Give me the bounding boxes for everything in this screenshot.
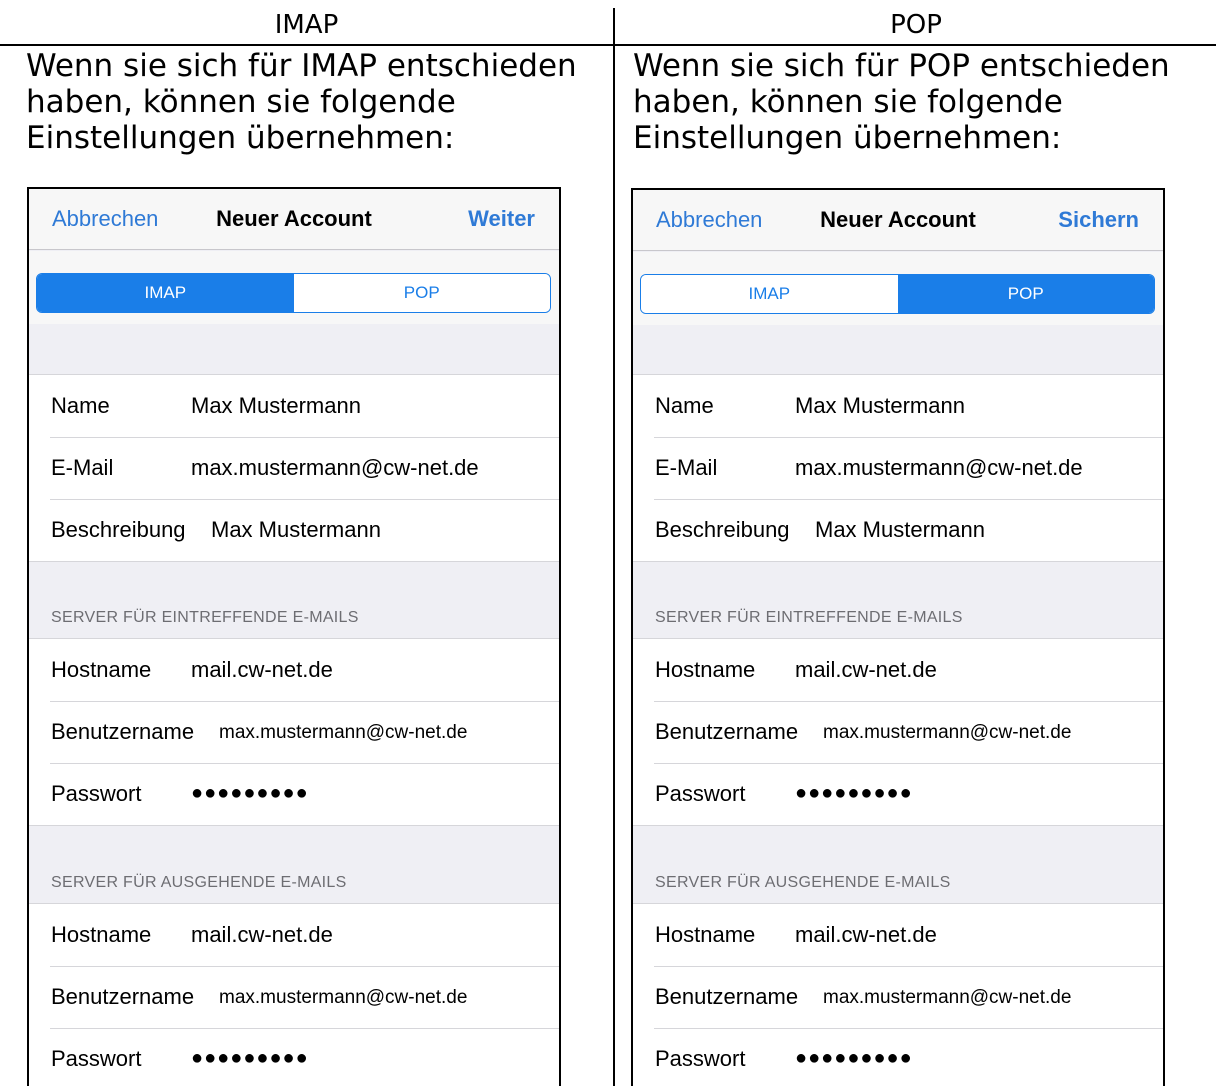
hostname-field[interactable]: mail.cw-net.de [795, 922, 937, 948]
password-field[interactable]: ●●●●●●●●● [795, 1047, 913, 1070]
navigation-bar: Abbrechen Neuer Account Sichern [633, 190, 1163, 251]
row-email[interactable]: E-Mail max.mustermann@cw-net.de [29, 437, 559, 499]
imap-column: IMAP Wenn sie sich für IMAP entschieden … [0, 0, 613, 1086]
outgoing-server-group: Hostname mail.cw-net.de Benutzername max… [29, 903, 559, 1086]
description-field[interactable]: Max Mustermann [211, 517, 381, 543]
row-name[interactable]: Name Max Mustermann [29, 375, 559, 437]
incoming-server-group: Hostname mail.cw-net.de Benutzername max… [633, 638, 1163, 826]
column-heading: POP [890, 10, 942, 40]
row-username[interactable]: Benutzername max.mustermann@cw-net.de [29, 701, 559, 763]
section-header-outgoing: SERVER FÜR AUSGEHENDE E-MAILS [655, 874, 951, 891]
intro-text: Wenn sie sich für IMAP entschieden haben… [26, 48, 577, 156]
protocol-segmented-control: IMAP POP [640, 274, 1155, 314]
hostname-field[interactable]: mail.cw-net.de [795, 657, 937, 683]
column-divider [613, 8, 615, 1086]
password-field[interactable]: ●●●●●●●●● [795, 782, 913, 805]
section-header-incoming: SERVER FÜR EINTREFFENDE E-MAILS [51, 609, 359, 626]
segment-pop[interactable]: POP [897, 275, 1154, 313]
row-label: Benutzername [655, 984, 799, 1009]
username-field[interactable]: max.mustermann@cw-net.de [823, 987, 1071, 1009]
row-label: E-Mail [51, 455, 114, 480]
row-label: Name [655, 393, 714, 418]
description-field[interactable]: Max Mustermann [815, 517, 985, 543]
password-field[interactable]: ●●●●●●●●● [191, 1047, 309, 1070]
password-field[interactable]: ●●●●●●●●● [191, 782, 309, 805]
username-field[interactable]: max.mustermann@cw-net.de [219, 987, 467, 1009]
row-label: Hostname [655, 922, 756, 947]
row-username[interactable]: Benutzername max.mustermann@cw-net.de [633, 701, 1163, 763]
account-group: Name Max Mustermann E-Mail max.musterman… [29, 374, 559, 562]
hostname-field[interactable]: mail.cw-net.de [191, 922, 333, 948]
row-label: E-Mail [655, 455, 718, 480]
row-label: Beschreibung [655, 517, 790, 542]
row-label: Benutzername [51, 719, 195, 744]
section-header-outgoing: SERVER FÜR AUSGEHENDE E-MAILS [51, 874, 347, 891]
row-hostname[interactable]: Hostname mail.cw-net.de [633, 904, 1163, 966]
navigation-bar: Abbrechen Neuer Account Weiter [29, 189, 559, 250]
intro-line: haben, können sie folgende [633, 84, 1063, 120]
row-label: Name [51, 393, 110, 418]
row-label: Passwort [655, 781, 746, 806]
email-field[interactable]: max.mustermann@cw-net.de [191, 455, 479, 481]
intro-line: haben, können sie folgende [26, 84, 456, 120]
row-password[interactable]: Passwort ●●●●●●●●● [29, 1028, 559, 1086]
intro-line: Einstellungen übernehmen: [26, 120, 455, 156]
row-username[interactable]: Benutzername max.mustermann@cw-net.de [29, 966, 559, 1028]
row-label: Passwort [51, 781, 142, 806]
row-label: Passwort [655, 1046, 746, 1071]
row-label: Benutzername [51, 984, 195, 1009]
account-group: Name Max Mustermann E-Mail max.musterman… [633, 374, 1163, 562]
row-label: Hostname [51, 657, 152, 682]
row-label: Beschreibung [51, 517, 186, 542]
username-field[interactable]: max.mustermann@cw-net.de [219, 722, 467, 744]
segment-container: IMAP POP [633, 252, 1163, 325]
row-hostname[interactable]: Hostname mail.cw-net.de [29, 639, 559, 701]
segment-imap[interactable]: IMAP [641, 275, 898, 313]
section-header-incoming: SERVER FÜR EINTREFFENDE E-MAILS [655, 609, 963, 626]
pop-column: POP Wenn sie sich für POP entschieden ha… [616, 0, 1216, 1086]
save-button[interactable]: Sichern [1058, 207, 1139, 233]
row-hostname[interactable]: Hostname mail.cw-net.de [29, 904, 559, 966]
email-field[interactable]: max.mustermann@cw-net.de [795, 455, 1083, 481]
name-field[interactable]: Max Mustermann [795, 393, 965, 419]
row-hostname[interactable]: Hostname mail.cw-net.de [633, 639, 1163, 701]
incoming-server-group: Hostname mail.cw-net.de Benutzername max… [29, 638, 559, 826]
row-label: Hostname [655, 657, 756, 682]
intro-line: Einstellungen übernehmen: [633, 120, 1062, 156]
row-password[interactable]: Passwort ●●●●●●●●● [29, 763, 559, 825]
row-label: Passwort [51, 1046, 142, 1071]
phone-screenshot-imap: Abbrechen Neuer Account Weiter IMAP POP … [27, 187, 561, 1086]
phone-screenshot-pop: Abbrechen Neuer Account Sichern IMAP POP… [631, 188, 1165, 1086]
intro-line: Wenn sie sich für IMAP entschieden [26, 48, 577, 84]
username-field[interactable]: max.mustermann@cw-net.de [823, 722, 1071, 744]
intro-line: Wenn sie sich für POP entschieden [633, 48, 1170, 84]
segment-pop[interactable]: POP [293, 274, 550, 312]
hostname-field[interactable]: mail.cw-net.de [191, 657, 333, 683]
protocol-segmented-control: IMAP POP [36, 273, 551, 313]
row-name[interactable]: Name Max Mustermann [633, 375, 1163, 437]
row-description[interactable]: Beschreibung Max Mustermann [633, 499, 1163, 561]
column-heading: IMAP [274, 10, 339, 40]
intro-text: Wenn sie sich für POP entschieden haben,… [633, 48, 1170, 156]
outgoing-server-group: Hostname mail.cw-net.de Benutzername max… [633, 903, 1163, 1086]
row-label: Hostname [51, 922, 152, 947]
name-field[interactable]: Max Mustermann [191, 393, 361, 419]
row-username[interactable]: Benutzername max.mustermann@cw-net.de [633, 966, 1163, 1028]
segment-container: IMAP POP [29, 251, 559, 324]
next-button[interactable]: Weiter [468, 206, 535, 232]
row-password[interactable]: Passwort ●●●●●●●●● [633, 763, 1163, 825]
row-email[interactable]: E-Mail max.mustermann@cw-net.de [633, 437, 1163, 499]
segment-imap[interactable]: IMAP [37, 274, 294, 312]
row-label: Benutzername [655, 719, 799, 744]
row-password[interactable]: Passwort ●●●●●●●●● [633, 1028, 1163, 1086]
row-description[interactable]: Beschreibung Max Mustermann [29, 499, 559, 561]
